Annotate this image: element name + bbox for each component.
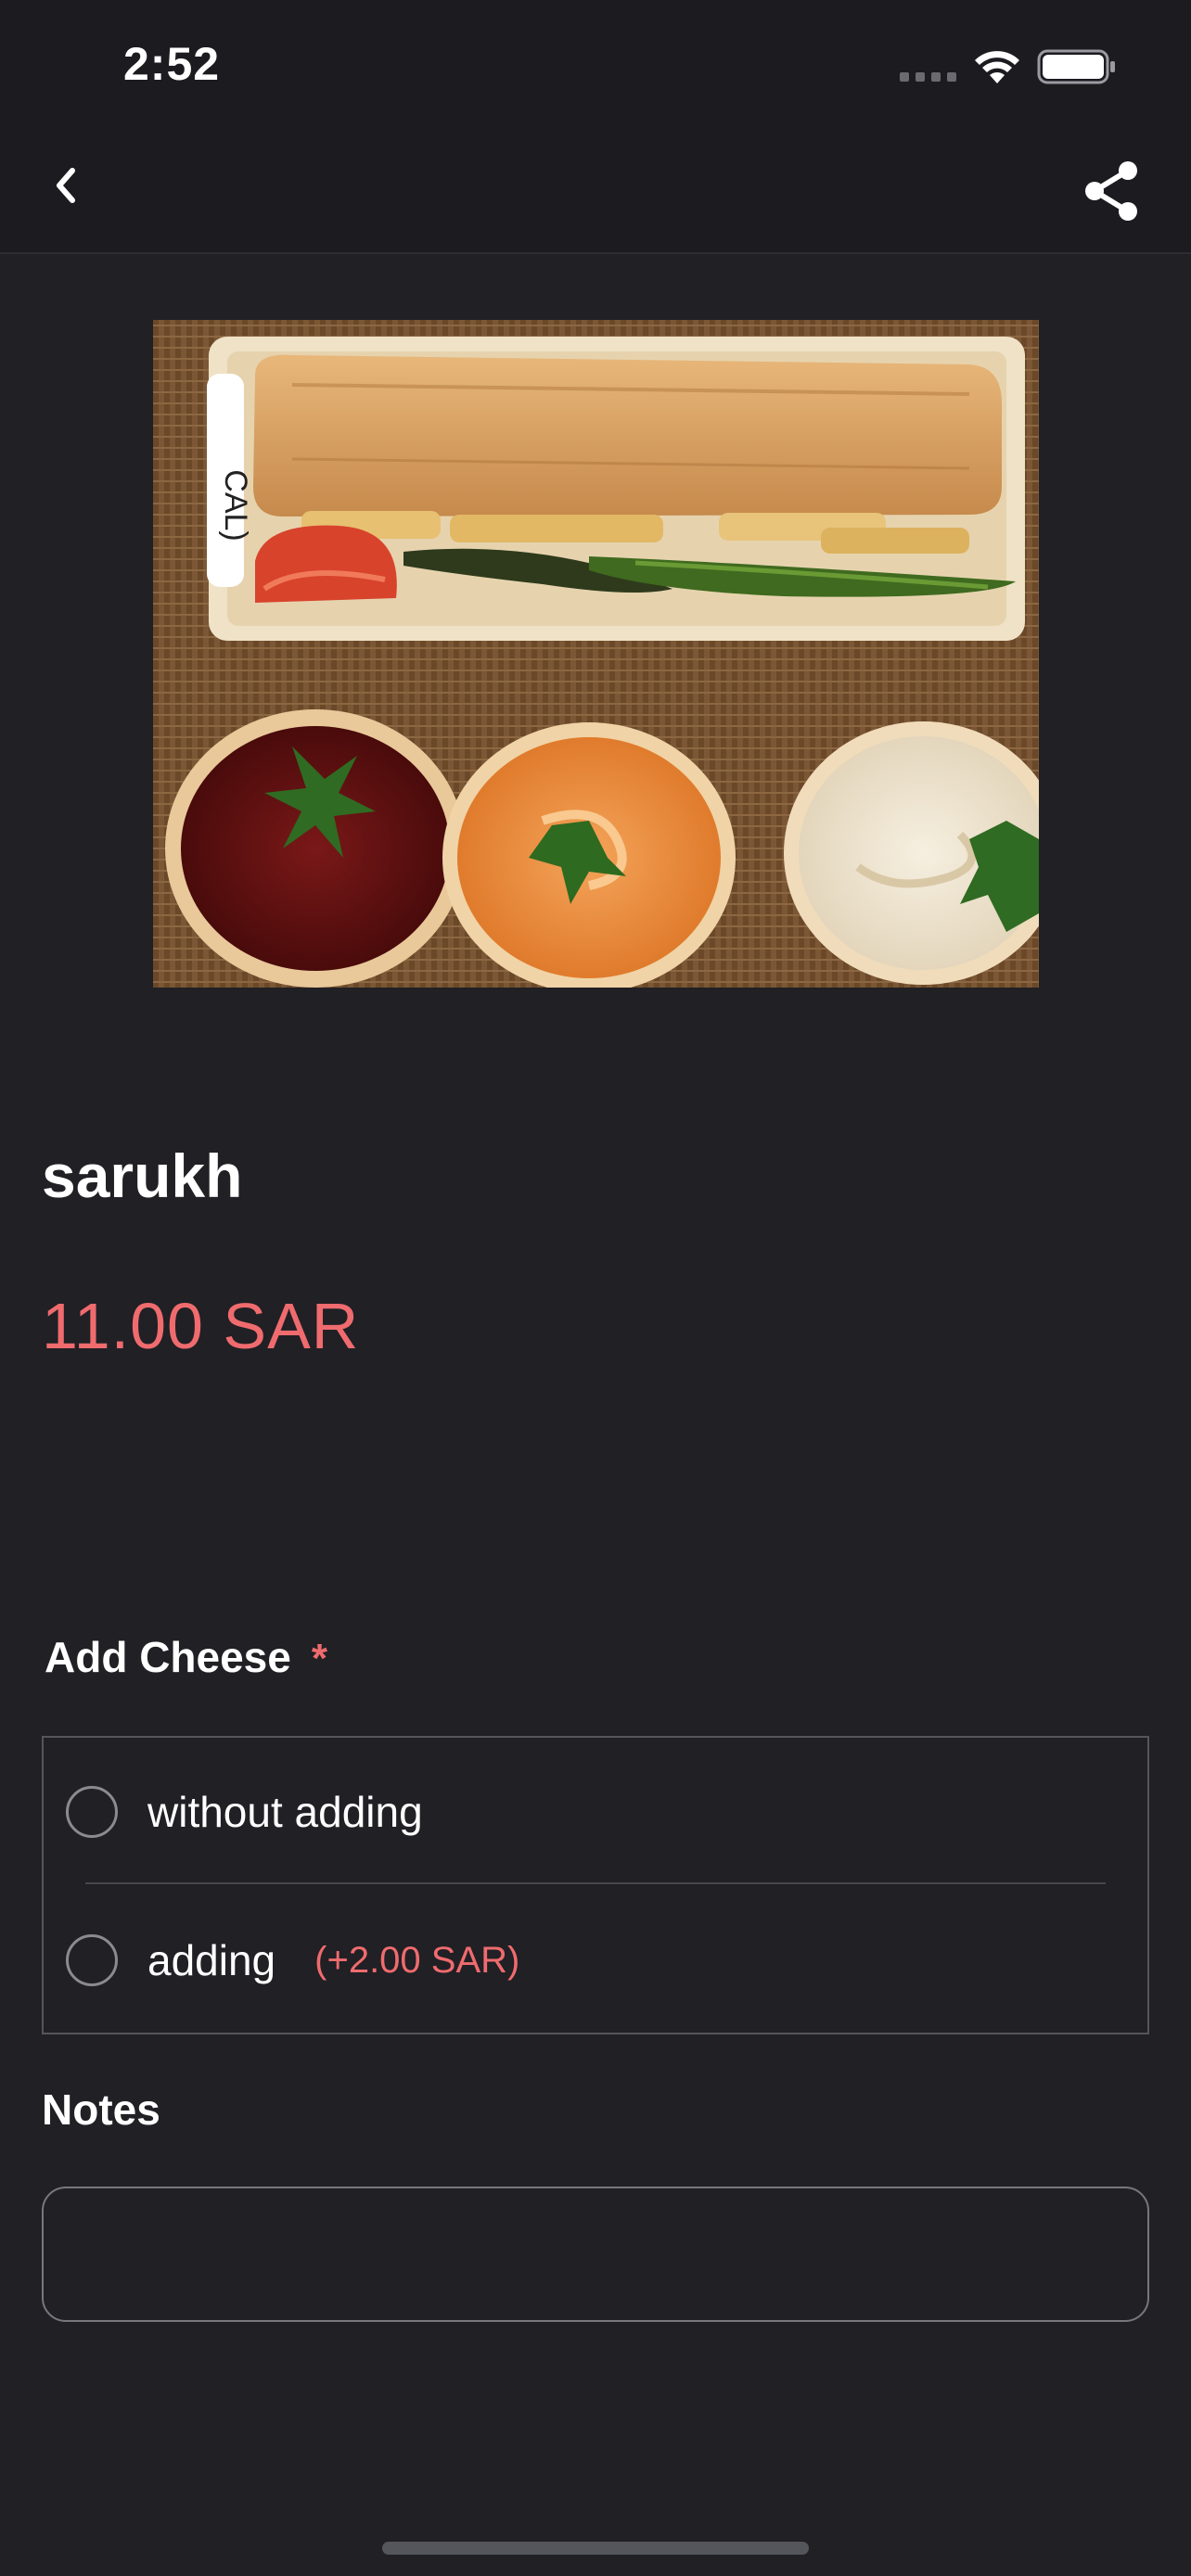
radio-button[interactable]: [66, 1786, 118, 1838]
battery-icon: [1037, 49, 1115, 84]
notes-label: Notes: [42, 2085, 160, 2134]
share-icon: [1085, 161, 1137, 221]
radio-button[interactable]: [66, 1934, 118, 1986]
option-group-title: Add Cheese *: [45, 1632, 327, 1682]
wifi-icon: [975, 51, 1019, 83]
product-screen: 2:52 CAL) sarukh 11.00 SAR Add Cheese * …: [0, 0, 1191, 2576]
status-bar: 2:52: [0, 0, 1191, 130]
back-button[interactable]: [37, 156, 96, 215]
option-price: (+2.00 SAR): [314, 1939, 520, 1981]
required-mark: *: [311, 1636, 327, 1681]
food-photo: CAL): [153, 320, 1039, 988]
cellular-signal-icon: [900, 72, 956, 82]
home-indicator[interactable]: [382, 2542, 809, 2555]
option-label: without adding: [147, 1788, 423, 1836]
option-adding[interactable]: adding (+2.00 SAR): [44, 1886, 1147, 2034]
product-image: CAL): [153, 320, 1039, 988]
options-box: without adding adding (+2.00 SAR): [42, 1736, 1149, 2034]
option-label: adding: [147, 1936, 276, 1984]
image-caption: CAL): [218, 469, 253, 541]
status-time: 2:52: [123, 38, 221, 90]
product-title: sarukh: [42, 1141, 243, 1210]
chevron-left-icon: [57, 168, 75, 203]
share-button[interactable]: [1078, 158, 1145, 224]
notes-input[interactable]: [42, 2187, 1149, 2322]
option-without-adding[interactable]: without adding: [44, 1738, 1147, 1886]
navigation-bar: [0, 130, 1191, 254]
option-divider: [85, 1882, 1106, 1884]
product-price: 11.00 SAR: [42, 1290, 360, 1362]
option-group-label: Add Cheese: [45, 1633, 291, 1681]
